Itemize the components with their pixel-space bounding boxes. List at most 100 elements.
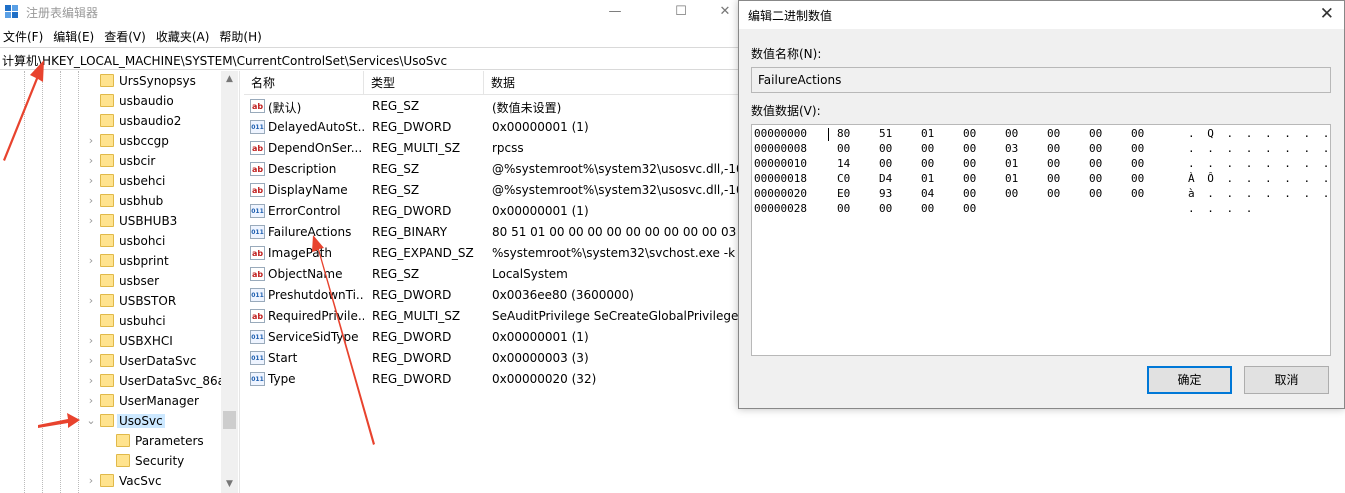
tree-item-label[interactable]: UrsSynopsys — [119, 74, 196, 88]
hex-byte[interactable]: 00 — [1047, 187, 1060, 200]
tree-item-label[interactable]: usbehci — [119, 174, 165, 188]
hex-byte[interactable]: 01 — [1005, 172, 1018, 185]
scroll-down-icon[interactable]: ▼ — [221, 479, 238, 489]
menu-view[interactable]: 查看(V) — [99, 27, 151, 47]
chevron-right-icon[interactable] — [86, 111, 96, 131]
tree-item-label[interactable]: usbuhci — [119, 314, 166, 328]
hex-byte[interactable]: 00 — [879, 202, 892, 215]
chevron-right-icon[interactable]: › — [86, 331, 96, 351]
tree-item-label[interactable]: USBHUB3 — [119, 214, 177, 228]
value-row[interactable]: 011 ServiceSidType REG_DWORD 0x00000001 (1) — [244, 327, 748, 348]
hex-byte[interactable]: 00 — [1047, 157, 1060, 170]
chevron-right-icon[interactable]: › — [86, 371, 96, 391]
cancel-button[interactable]: 取消 — [1244, 366, 1329, 394]
hex-byte[interactable]: 04 — [921, 187, 934, 200]
tree-scrollbar[interactable]: ▲ ▼ — [221, 71, 238, 493]
value-row[interactable]: ab DisplayName REG_SZ @%systemroot%\system3… — [244, 180, 748, 201]
value-row[interactable]: ab Description REG_SZ @%systemroot%\system3… — [244, 159, 748, 180]
hex-byte[interactable]: 03 — [1005, 142, 1018, 155]
tree-item-label[interactable]: usbohci — [119, 234, 165, 248]
hex-byte[interactable]: 14 — [837, 157, 850, 170]
ok-button[interactable]: 确定 — [1147, 366, 1232, 394]
tree-item[interactable]: ⌄ UsoSvc — [0, 411, 220, 431]
address-path[interactable]: 计算机\HKEY_LOCAL_MACHINE\SYSTEM\CurrentCon… — [2, 52, 447, 69]
chevron-right-icon[interactable] — [86, 311, 96, 331]
tree-item-label[interactable]: USBSTOR — [119, 294, 176, 308]
hex-byte[interactable]: 00 — [1089, 157, 1102, 170]
hex-byte[interactable]: 00 — [1131, 127, 1144, 140]
hex-byte[interactable]: 00 — [1089, 187, 1102, 200]
tree-item[interactable]: › UserDataSvc — [0, 351, 220, 371]
tree-item[interactable]: usbohci — [0, 231, 220, 251]
tree-item-label[interactable]: usbaudio2 — [119, 114, 181, 128]
tree-item[interactable]: UrsSynopsys — [0, 71, 220, 91]
chevron-right-icon[interactable] — [86, 71, 96, 91]
tree-item-label[interactable]: usbcir — [119, 154, 155, 168]
hex-row[interactable]: 00000008 00 00 00 00 03 00 00 00. . . . . . . . — [754, 142, 1329, 157]
hex-byte[interactable]: 00 — [1131, 157, 1144, 170]
chevron-down-icon[interactable]: ⌄ — [86, 411, 96, 431]
hex-row[interactable]: 00000028 00 00 00 00 . . . . — [754, 202, 1324, 217]
hex-byte[interactable]: 00 — [1047, 127, 1060, 140]
tree-item-label[interactable]: Parameters — [135, 434, 204, 448]
chevron-right-icon[interactable]: › — [86, 151, 96, 171]
tree-item-label[interactable]: VacSvc — [119, 474, 162, 488]
menu-help[interactable]: 帮助(H) — [214, 27, 266, 47]
chevron-right-icon[interactable] — [102, 431, 112, 451]
hex-byte[interactable]: 00 — [963, 187, 976, 200]
value-row[interactable]: ab (默认) REG_SZ (数值未设置) — [244, 96, 748, 117]
column-type[interactable]: 类型 — [364, 71, 484, 95]
value-row[interactable]: ab DependOnSer... REG_MULTI_SZ rpcss — [244, 138, 748, 159]
hex-byte[interactable]: 00 — [1047, 172, 1060, 185]
hex-row[interactable]: 00000010 14 00 00 00 01 00 00 00. . . . . . . . — [754, 157, 1329, 172]
tree-item[interactable]: › UserDataSvc_86a8 — [0, 371, 233, 391]
tree-item[interactable]: › usbhub — [0, 191, 220, 211]
tree-item[interactable]: Parameters — [0, 431, 220, 451]
hex-byte[interactable]: 00 — [1089, 142, 1102, 155]
tree-item[interactable]: usbser — [0, 271, 220, 291]
scrollbar-thumb[interactable] — [223, 411, 236, 429]
tree-item[interactable]: › usbprint — [0, 251, 220, 271]
hex-byte[interactable]: 00 — [879, 157, 892, 170]
tree-item[interactable]: Security — [0, 451, 220, 471]
column-name[interactable]: 名称 — [244, 71, 364, 95]
value-row[interactable]: ab ImagePath REG_EXPAND_SZ %systemroot%\sys… — [244, 243, 748, 264]
value-row[interactable]: 011 DelayedAutoSt... REG_DWORD 0x00000001 (… — [244, 117, 748, 138]
chevron-right-icon[interactable]: › — [86, 191, 96, 211]
tree-item[interactable]: › USBHUB3 — [0, 211, 220, 231]
hex-byte[interactable]: 93 — [879, 187, 892, 200]
minimize-button[interactable]: — — [592, 0, 638, 24]
chevron-right-icon[interactable]: › — [86, 291, 96, 311]
hex-byte[interactable]: 00 — [837, 202, 850, 215]
chevron-right-icon[interactable] — [86, 91, 96, 111]
hex-byte[interactable]: 00 — [963, 157, 976, 170]
hex-editor[interactable]: 00000000 80 51 01 00 00 00 00 00. Q . . . . . .0… — [751, 124, 1331, 356]
chevron-right-icon[interactable] — [86, 231, 96, 251]
address-bar[interactable]: 计算机\HKEY_LOCAL_MACHINE\SYSTEM\CurrentCon… — [0, 47, 748, 70]
chevron-right-icon[interactable] — [86, 271, 96, 291]
hex-byte[interactable]: 00 — [1131, 172, 1144, 185]
chevron-right-icon[interactable]: › — [86, 211, 96, 231]
tree-item-label[interactable]: USBXHCI — [119, 334, 173, 348]
value-row[interactable]: ab RequiredPrivile... REG_MULTI_SZ SeAuditP… — [244, 306, 748, 327]
tree-item[interactable]: › usbccgp — [0, 131, 220, 151]
value-row[interactable]: 011 ErrorControl REG_DWORD 0x00000001 (1) — [244, 201, 748, 222]
tree-item-label[interactable]: UserManager — [119, 394, 199, 408]
hex-byte[interactable]: 51 — [879, 127, 892, 140]
chevron-right-icon[interactable]: › — [86, 131, 96, 151]
tree-item-label[interactable]: usbaudio — [119, 94, 174, 108]
value-row[interactable]: 011 PreshutdownTi... REG_DWORD 0x0036ee80 (… — [244, 285, 748, 306]
tree-item-label[interactable]: UsoSvc — [117, 414, 165, 428]
maximize-button[interactable]: ☐ — [658, 0, 704, 24]
tree-item-label[interactable]: UserDataSvc — [119, 354, 196, 368]
tree-item[interactable]: usbaudio — [0, 91, 220, 111]
hex-byte[interactable]: 00 — [1005, 187, 1018, 200]
hex-byte[interactable]: C0 — [837, 172, 850, 185]
hex-byte[interactable]: 00 — [1089, 172, 1102, 185]
chevron-right-icon[interactable]: › — [86, 171, 96, 191]
hex-byte[interactable]: 00 — [921, 202, 934, 215]
tree-item-label[interactable]: Security — [135, 454, 184, 468]
value-row[interactable]: 011 Start REG_DWORD 0x00000003 (3) — [244, 348, 748, 369]
hex-byte[interactable]: 01 — [921, 127, 934, 140]
value-row[interactable]: 011 FailureActions REG_BINARY 80 51 01 00 0… — [244, 222, 748, 243]
